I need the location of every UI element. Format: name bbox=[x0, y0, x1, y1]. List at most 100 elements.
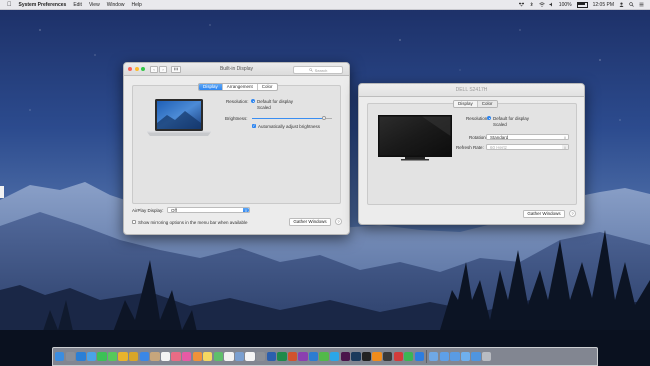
finder-icon[interactable] bbox=[55, 351, 65, 362]
slack-icon[interactable] bbox=[340, 351, 350, 362]
menu-app-name[interactable]: System Preferences bbox=[19, 2, 67, 8]
resolution-default-radio[interactable] bbox=[251, 99, 255, 103]
mirroring-checkbox[interactable] bbox=[132, 220, 136, 224]
preview-icon[interactable] bbox=[234, 351, 245, 362]
trash-icon[interactable] bbox=[481, 351, 492, 362]
battery-percent[interactable]: 100% bbox=[559, 2, 572, 8]
user-icon[interactable] bbox=[619, 2, 624, 7]
rotation-label: Rotation: bbox=[469, 135, 488, 140]
photos-icon[interactable] bbox=[171, 351, 181, 362]
auto-brightness-checkbox[interactable]: ✓ bbox=[252, 124, 256, 128]
powerpoint-icon[interactable] bbox=[287, 351, 298, 362]
desktop-item[interactable] bbox=[0, 186, 4, 198]
brightness-slider[interactable] bbox=[252, 115, 332, 121]
refresh-rate-value: 60 Hertz bbox=[490, 145, 508, 150]
terminal-icon[interactable] bbox=[361, 351, 372, 362]
maps-icon[interactable] bbox=[213, 351, 224, 362]
external-monitor-image bbox=[378, 115, 452, 161]
help-button[interactable]: ? bbox=[569, 210, 576, 217]
desktop-folder-icon[interactable] bbox=[460, 351, 471, 362]
screenshot-icon[interactable] bbox=[393, 351, 403, 362]
search-icon[interactable] bbox=[629, 2, 634, 7]
airplay-label: AirPlay Display: bbox=[132, 208, 164, 213]
airplay-select[interactable]: Off ⇳ bbox=[167, 207, 250, 213]
resolution-default-label[interactable]: Default for display bbox=[257, 99, 293, 104]
launchpad-icon[interactable] bbox=[65, 351, 75, 362]
calendar-icon[interactable] bbox=[160, 351, 171, 362]
app-store-icon[interactable] bbox=[139, 351, 150, 362]
resolution-default-label[interactable]: Default for display bbox=[493, 116, 529, 121]
messages-icon[interactable] bbox=[107, 351, 118, 362]
notes-icon[interactable] bbox=[203, 351, 213, 362]
gather-windows-button[interactable]: Gather Windows bbox=[523, 210, 565, 218]
resolution-default-radio[interactable] bbox=[487, 116, 491, 120]
dropbox-app-icon[interactable] bbox=[414, 351, 425, 362]
search-icon bbox=[308, 68, 313, 72]
refresh-rate-label: Refresh Rate: bbox=[456, 145, 484, 150]
evernote-icon[interactable] bbox=[319, 351, 329, 362]
applications-folder-icon[interactable] bbox=[450, 351, 460, 362]
brightness-label: Brightness: bbox=[225, 116, 248, 121]
system-preferences-icon[interactable] bbox=[255, 351, 266, 362]
itunes-icon[interactable] bbox=[181, 351, 192, 362]
mirroring-label[interactable]: Show mirroring options in the menu bar w… bbox=[138, 220, 248, 225]
bluetooth-icon[interactable] bbox=[529, 1, 534, 7]
skype-icon[interactable] bbox=[330, 351, 340, 362]
vlc-icon[interactable] bbox=[372, 351, 382, 362]
menu-help[interactable]: Help bbox=[131, 2, 141, 8]
rotation-select[interactable]: Standard ⇳ bbox=[486, 134, 569, 140]
dropbox-icon[interactable] bbox=[518, 2, 525, 7]
tab-color[interactable]: Color bbox=[477, 101, 497, 107]
pictures-folder-icon[interactable] bbox=[471, 351, 481, 362]
steam-icon[interactable] bbox=[351, 351, 361, 362]
notification-center-icon[interactable] bbox=[639, 2, 644, 7]
wifi-icon[interactable] bbox=[539, 2, 545, 7]
outlook-icon[interactable] bbox=[308, 351, 319, 362]
mail-icon[interactable] bbox=[86, 351, 97, 362]
menu-view[interactable]: View bbox=[89, 2, 100, 8]
textedit-icon[interactable] bbox=[245, 351, 255, 362]
refresh-rate-select[interactable]: 60 Hertz ⇳ bbox=[486, 144, 569, 150]
help-button[interactable]: ? bbox=[335, 218, 342, 225]
reminders-icon[interactable] bbox=[224, 351, 234, 362]
chrome-icon[interactable] bbox=[118, 351, 128, 362]
chrome-canary-icon[interactable] bbox=[129, 351, 139, 362]
menu-bar:  System Preferences Edit View Window He… bbox=[0, 0, 650, 10]
gather-windows-button[interactable]: Gather Windows bbox=[289, 218, 331, 226]
tab-bar: Display Color bbox=[453, 100, 498, 108]
tab-display[interactable]: Display bbox=[454, 101, 478, 107]
activity-monitor-icon[interactable] bbox=[382, 351, 393, 362]
tab-display[interactable]: Display bbox=[199, 84, 223, 90]
menu-clock[interactable]: 12:05 PM bbox=[593, 2, 614, 8]
volume-icon[interactable] bbox=[549, 2, 554, 7]
excel-icon[interactable] bbox=[277, 351, 287, 362]
word-icon[interactable] bbox=[266, 351, 276, 362]
resolution-scaled-label[interactable]: Scaled bbox=[257, 105, 271, 110]
tab-color[interactable]: Color bbox=[258, 84, 277, 90]
contacts-icon[interactable] bbox=[150, 351, 160, 362]
tab-bar: Display Arrangement Color bbox=[198, 83, 278, 91]
downloads-folder-icon[interactable] bbox=[429, 351, 439, 362]
facetime-icon[interactable] bbox=[97, 351, 107, 362]
menu-edit[interactable]: Edit bbox=[73, 2, 82, 8]
brightness-fill bbox=[252, 117, 324, 119]
auto-brightness-label[interactable]: Automatically adjust brightness bbox=[258, 124, 320, 129]
safari-icon[interactable] bbox=[76, 351, 86, 362]
apple-icon[interactable]:  bbox=[7, 2, 12, 8]
brightness-knob[interactable] bbox=[322, 116, 326, 120]
resolution-scaled-label[interactable]: Scaled bbox=[493, 122, 507, 127]
onenote-icon[interactable] bbox=[298, 351, 308, 362]
airplay-value: Off bbox=[171, 208, 177, 213]
spotify-icon[interactable] bbox=[404, 351, 414, 362]
window-titlebar[interactable]: DELL S2417H bbox=[359, 84, 584, 97]
tab-arrangement[interactable]: Arrangement bbox=[223, 84, 258, 90]
search-field[interactable]: Search bbox=[293, 66, 343, 74]
chevron-updown-icon: ⇳ bbox=[243, 208, 249, 213]
built-in-display-window: ‹ › Built-in Display Search Display Arra… bbox=[123, 62, 350, 235]
chevron-updown-icon: ⇳ bbox=[562, 145, 568, 150]
battery-icon[interactable] bbox=[576, 1, 588, 8]
documents-folder-icon[interactable] bbox=[439, 351, 449, 362]
window-titlebar[interactable]: ‹ › Built-in Display Search bbox=[124, 63, 349, 76]
ibooks-icon[interactable] bbox=[192, 351, 202, 362]
menu-window[interactable]: Window bbox=[107, 2, 125, 8]
